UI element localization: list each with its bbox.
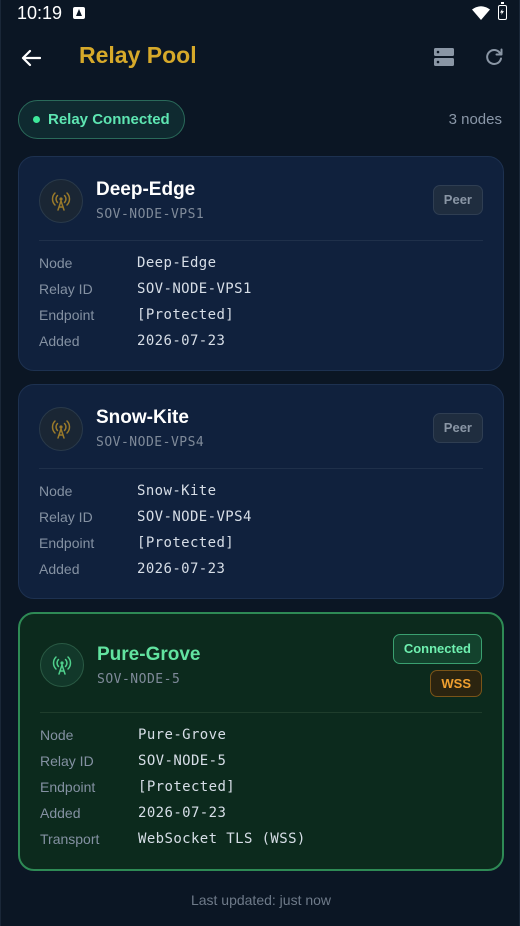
status-time: 10:19 bbox=[17, 3, 63, 23]
relay-id-subtitle: SOV-NODE-VPS4 bbox=[96, 435, 205, 450]
detail-value: SOV-NODE-VPS1 bbox=[137, 281, 252, 297]
detail-value: 2026-07-23 bbox=[137, 333, 226, 349]
detail-key: Relay ID bbox=[39, 281, 93, 297]
node-count: 3 nodes bbox=[448, 111, 502, 128]
connected-badge: Connected bbox=[392, 634, 482, 664]
relay-avatar bbox=[39, 407, 83, 451]
relay-connected-label: Relay Connected bbox=[48, 111, 170, 128]
peer-badge: Peer bbox=[432, 185, 483, 215]
relay-avatar bbox=[39, 179, 83, 223]
detail-value: 2026-07-23 bbox=[137, 561, 226, 577]
detail-key: Relay ID bbox=[40, 753, 94, 769]
relay-name: Pure-Grove bbox=[97, 644, 201, 665]
detail-key: Added bbox=[40, 805, 81, 821]
relay-id-subtitle: SOV-NODE-VPS1 bbox=[96, 207, 205, 222]
antenna-icon bbox=[51, 192, 71, 211]
detail-key: Endpoint bbox=[40, 779, 96, 795]
status-dot-icon bbox=[33, 116, 40, 123]
arrow-left-icon bbox=[21, 49, 41, 67]
detail-key: Endpoint bbox=[39, 307, 95, 323]
relay-card-pure-grove[interactable]: Pure-Grove SOV-NODE-5 Connected WSS Node… bbox=[18, 612, 504, 871]
detail-value: WebSocket TLS (WSS) bbox=[138, 831, 306, 847]
detail-value: SOV-NODE-5 bbox=[138, 753, 227, 769]
detail-key: Endpoint bbox=[39, 535, 95, 551]
detail-key: Node bbox=[40, 727, 74, 743]
back-button[interactable] bbox=[15, 42, 47, 74]
detail-key: Added bbox=[39, 561, 80, 577]
antenna-icon bbox=[52, 656, 72, 675]
servers-button[interactable] bbox=[429, 42, 459, 72]
detail-key: Added bbox=[39, 333, 80, 349]
detail-value: Pure-Grove bbox=[138, 727, 227, 743]
relay-name: Deep-Edge bbox=[96, 179, 196, 200]
relay-card-deep-edge[interactable]: Deep-Edge SOV-NODE-VPS1 Peer Node Deep-E… bbox=[18, 156, 504, 371]
card-divider bbox=[39, 240, 483, 241]
status-bar: 10:19 bbox=[1, 0, 520, 28]
detail-value: Snow-Kite bbox=[137, 483, 217, 499]
wifi-icon bbox=[472, 6, 490, 20]
detail-key: Relay ID bbox=[39, 509, 93, 525]
card-divider bbox=[40, 712, 482, 713]
app-bar: Relay Pool bbox=[1, 28, 520, 88]
detail-value: [Protected] bbox=[138, 779, 236, 795]
relay-id-subtitle: SOV-NODE-5 bbox=[97, 672, 181, 687]
servers-icon bbox=[434, 48, 454, 66]
battery-charging-icon bbox=[498, 2, 507, 20]
notification-app-icon bbox=[73, 7, 85, 19]
detail-value: SOV-NODE-VPS4 bbox=[137, 509, 252, 525]
screen: 10:19 Relay Pool Relay Connected 3 nodes… bbox=[0, 0, 520, 926]
wss-badge: WSS bbox=[430, 670, 482, 697]
last-updated-text: Last updated: just now bbox=[190, 892, 332, 908]
relay-avatar bbox=[40, 643, 84, 687]
detail-value: 2026-07-23 bbox=[138, 805, 227, 821]
detail-value: [Protected] bbox=[137, 307, 235, 323]
relay-card-snow-kite[interactable]: Snow-Kite SOV-NODE-VPS4 Peer Node Snow-K… bbox=[18, 384, 504, 599]
peer-badge: Peer bbox=[432, 413, 483, 443]
detail-key: Node bbox=[39, 483, 73, 499]
detail-value: [Protected] bbox=[137, 535, 235, 551]
relay-connected-badge: Relay Connected bbox=[18, 100, 185, 139]
refresh-icon bbox=[486, 48, 503, 65]
detail-key: Transport bbox=[40, 831, 100, 847]
refresh-button[interactable] bbox=[479, 42, 509, 72]
card-divider bbox=[39, 468, 483, 469]
detail-key: Node bbox=[39, 255, 73, 271]
antenna-icon bbox=[51, 420, 71, 439]
relay-name: Snow-Kite bbox=[96, 407, 189, 428]
detail-value: Deep-Edge bbox=[137, 255, 217, 271]
page-title: Relay Pool bbox=[79, 42, 197, 68]
